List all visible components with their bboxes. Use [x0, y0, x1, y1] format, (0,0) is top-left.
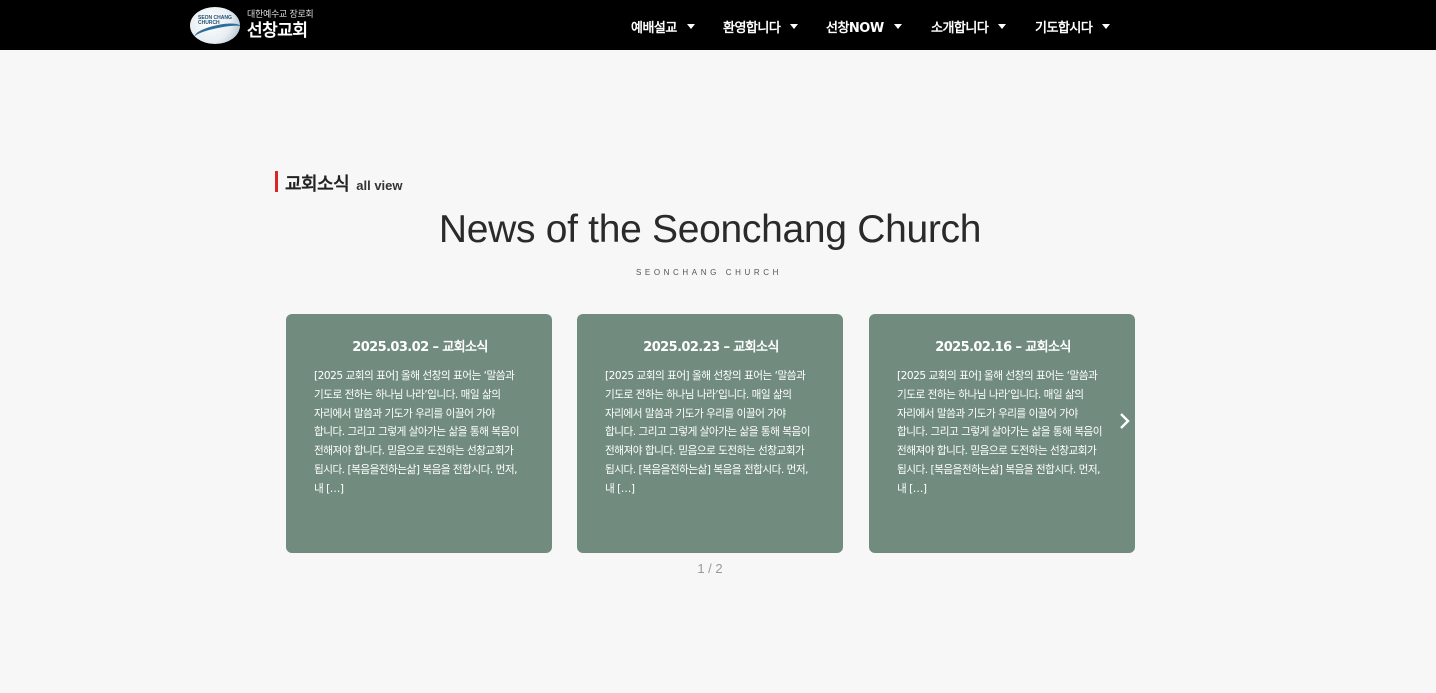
chevron-right-icon [1120, 413, 1130, 429]
site-header: SEON CHANG CHURCH 대한예수교 장로회 선창교회 예배설교 환영… [0, 0, 1436, 50]
carousel-pagination: 1 / 2 [697, 561, 723, 576]
church-logo-badge: SEON CHANG CHURCH [190, 7, 240, 44]
page-title: News of the Seonchang Church [438, 208, 982, 251]
news-card-excerpt: [2025 교회의 표어] 올해 선창의 표어는 ‘말씀과 기도로 전하는 하나… [605, 370, 811, 495]
news-card-title: 2025.02.16 – 교회소식 [935, 340, 1071, 355]
nav-item-label: 선창NOW [826, 21, 884, 36]
page-subtitle: SEONCHANG CHURCH [635, 268, 783, 277]
caret-down-icon [1102, 24, 1111, 29]
news-card-excerpt: [2025 교회의 표어] 올해 선창의 표어는 ‘말씀과 기도로 전하는 하나… [897, 370, 1103, 495]
site-logo[interactable]: SEON CHANG CHURCH 대한예수교 장로회 선창교회 [190, 7, 314, 44]
news-card-title: 2025.02.23 – 교회소식 [643, 340, 779, 355]
news-card[interactable]: 2025.02.16 – 교회소식 [2025 교회의 표어] 올해 선창의 표… [869, 314, 1135, 553]
nav-item-worship-sermon[interactable]: 예배설교 [631, 17, 695, 36]
section-title: 교회소식 [285, 174, 350, 195]
nav-item-label: 환영합니다 [723, 21, 781, 36]
nav-item-label: 소개합니다 [931, 21, 989, 36]
caret-down-icon [790, 24, 799, 29]
caret-down-icon [998, 24, 1007, 29]
news-card-title: 2025.03.02 – 교회소식 [352, 340, 488, 355]
caret-down-icon [893, 24, 902, 29]
news-card[interactable]: 2025.03.02 – 교회소식 [2025 교회의 표어] 올해 선창의 표… [286, 314, 552, 553]
all-view-link[interactable]: all view [356, 178, 402, 193]
section-accent-bar [275, 171, 278, 192]
nav-item-label: 예배설교 [631, 21, 677, 36]
nav-item-prayer[interactable]: 기도합시다 [1035, 17, 1111, 36]
logo-subtitle: 대한예수교 장로회 [247, 10, 314, 20]
nav-item-about[interactable]: 소개합니다 [931, 17, 1007, 36]
nav-item-label: 기도합시다 [1035, 21, 1093, 36]
caret-down-icon [686, 24, 695, 29]
nav-item-welcome[interactable]: 환영합니다 [723, 17, 799, 36]
news-card[interactable]: 2025.02.23 – 교회소식 [2025 교회의 표어] 올해 선창의 표… [577, 314, 843, 553]
logo-name: 선창교회 [247, 21, 308, 41]
section-heading: 교회소식 all view [275, 170, 403, 196]
nav-item-seonchang-now[interactable]: 선창NOW [826, 17, 902, 36]
carousel-next-button[interactable] [1116, 411, 1132, 431]
news-card-excerpt: [2025 교회의 표어] 올해 선창의 표어는 ‘말씀과 기도로 전하는 하나… [314, 370, 520, 495]
